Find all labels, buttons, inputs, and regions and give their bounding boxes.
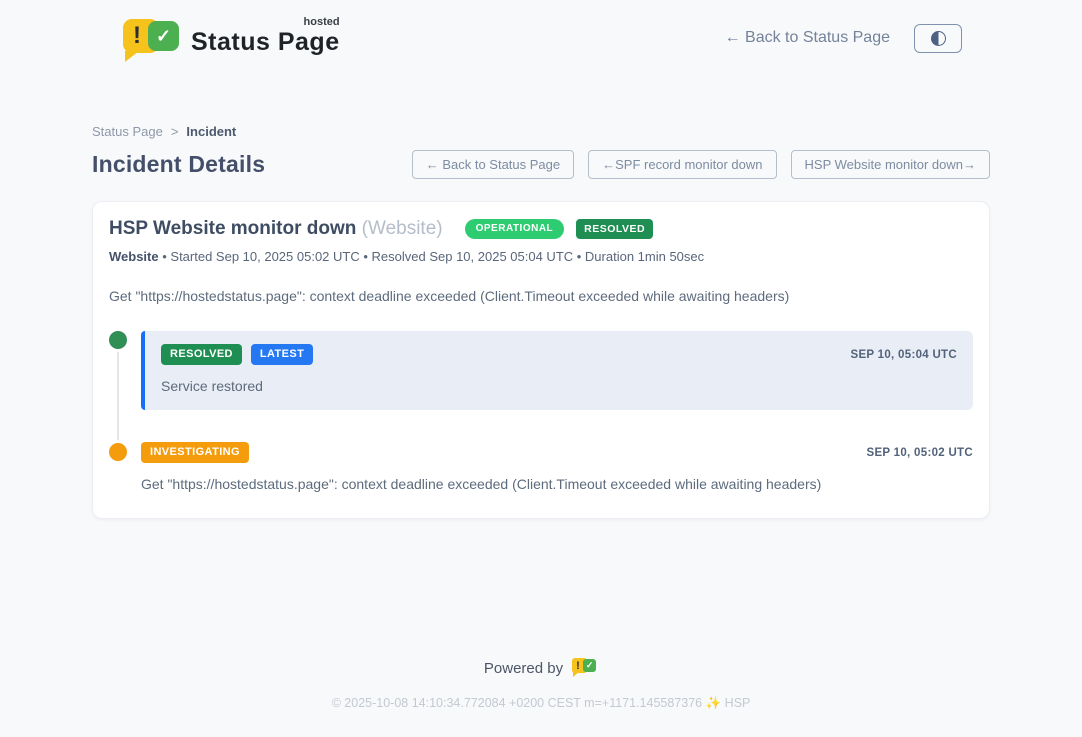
incident-title-row: HSP Website monitor down (Website) OPERA… bbox=[109, 218, 973, 240]
breadcrumb-status-page[interactable]: Status Page bbox=[92, 124, 163, 139]
timeline-entry-investigating: INVESTIGATING SEP 10, 05:02 UTC Get "htt… bbox=[109, 442, 973, 492]
resolved-status-badge: RESOLVED bbox=[576, 219, 653, 240]
incident-timeline: RESOLVED LATEST SEP 10, 05:04 UTC Servic… bbox=[109, 331, 973, 492]
resolved-badge: RESOLVED bbox=[161, 344, 242, 365]
logo-text: hosted Status Page bbox=[191, 20, 340, 57]
back-to-status-page-link[interactable]: ← Back to Status Page bbox=[725, 29, 890, 47]
logo-superscript: hosted bbox=[304, 16, 340, 28]
checkmark-bubble-icon: ✓ bbox=[148, 21, 179, 51]
operational-status-badge: OPERATIONAL bbox=[465, 219, 565, 239]
title-row: Incident Details ← Back to Status Page ←… bbox=[92, 150, 990, 179]
timeline-dot-orange bbox=[109, 443, 127, 461]
logo-checkmark: ✓ bbox=[156, 26, 171, 47]
latest-badge: LATEST bbox=[251, 344, 313, 365]
timeline-entry-badges: INVESTIGATING bbox=[141, 442, 249, 463]
incident-description: Get "https://hostedstatus.page": context… bbox=[109, 288, 973, 304]
incident-component: Website bbox=[109, 249, 159, 264]
breadcrumb-incident: Incident bbox=[186, 124, 236, 139]
breadcrumb: Status Page > Incident bbox=[92, 124, 990, 139]
incident-meta: Website • Started Sep 10, 2025 05:02 UTC… bbox=[109, 249, 973, 264]
logo-brand-name: Status Page bbox=[191, 28, 340, 56]
app-logo[interactable]: ! ✓ hosted Status Page bbox=[123, 16, 340, 60]
copyright-text: © 2025-10-08 14:10:34.772084 +0200 CEST … bbox=[332, 696, 703, 710]
timeline-entry-resolved: RESOLVED LATEST SEP 10, 05:04 UTC Servic… bbox=[109, 331, 973, 410]
investigating-badge: INVESTIGATING bbox=[141, 442, 249, 463]
timeline-entry-timestamp: SEP 10, 05:04 UTC bbox=[850, 349, 957, 361]
header: ! ✓ hosted Status Page ← Back to Status … bbox=[0, 0, 1082, 60]
incident-title: HSP Website monitor down (Website) bbox=[109, 218, 443, 240]
copyright-suffix: HSP bbox=[725, 696, 751, 710]
incident-meta-details: • Started Sep 10, 2025 05:02 UTC • Resol… bbox=[162, 249, 704, 264]
next-incident-button[interactable]: HSP Website monitor down→ bbox=[791, 150, 990, 179]
logo-exclamation: ! bbox=[133, 22, 141, 50]
copyright-line: © 2025-10-08 14:10:34.772084 +0200 CEST … bbox=[0, 696, 1082, 711]
status-page-logo-icon: ! ✓ bbox=[123, 16, 181, 60]
powered-by-label: Powered by bbox=[484, 660, 563, 677]
page-title: Incident Details bbox=[92, 151, 265, 178]
timeline-entry-head: RESOLVED LATEST SEP 10, 05:04 UTC bbox=[161, 344, 957, 365]
main-content: Status Page > Incident Incident Details … bbox=[92, 124, 990, 519]
timeline-entry-message: Get "https://hostedstatus.page": context… bbox=[141, 476, 973, 492]
mini-checkmark-bubble-icon: ✓ bbox=[583, 659, 596, 672]
powered-by-link[interactable]: Powered by ! ✓ bbox=[0, 657, 1082, 679]
timeline-entry-timestamp: SEP 10, 05:02 UTC bbox=[866, 447, 973, 459]
incident-card: HSP Website monitor down (Website) OPERA… bbox=[92, 201, 990, 519]
theme-toggle-button[interactable] bbox=[914, 24, 962, 53]
incident-name: HSP Website monitor down bbox=[109, 218, 356, 239]
contrast-icon bbox=[931, 31, 946, 46]
footer: Powered by ! ✓ © 2025-10-08 14:10:34.772… bbox=[0, 657, 1082, 737]
incident-nav-buttons: ← Back to Status Page ←SPF record monito… bbox=[412, 150, 990, 179]
timeline-dot-green bbox=[109, 331, 127, 349]
mini-logo-checkmark: ✓ bbox=[586, 660, 594, 671]
back-to-status-page-button[interactable]: ← Back to Status Page bbox=[412, 150, 574, 179]
header-actions: ← Back to Status Page bbox=[725, 24, 962, 53]
timeline-entry-content: INVESTIGATING SEP 10, 05:02 UTC Get "htt… bbox=[141, 442, 973, 492]
status-page-mini-logo-icon: ! ✓ bbox=[572, 657, 598, 679]
incident-component-suffix: (Website) bbox=[362, 218, 443, 239]
mini-logo-exclamation: ! bbox=[576, 660, 580, 672]
timeline-entry-content: RESOLVED LATEST SEP 10, 05:04 UTC Servic… bbox=[141, 331, 973, 410]
previous-incident-button[interactable]: ←SPF record monitor down bbox=[588, 150, 776, 179]
timeline-entry-head: INVESTIGATING SEP 10, 05:02 UTC bbox=[141, 442, 973, 463]
timeline-entry-message: Service restored bbox=[161, 378, 957, 394]
breadcrumb-separator: > bbox=[171, 124, 179, 139]
sparkles-icon: ✨ bbox=[706, 696, 722, 710]
timeline-entry-badges: RESOLVED LATEST bbox=[161, 344, 313, 365]
